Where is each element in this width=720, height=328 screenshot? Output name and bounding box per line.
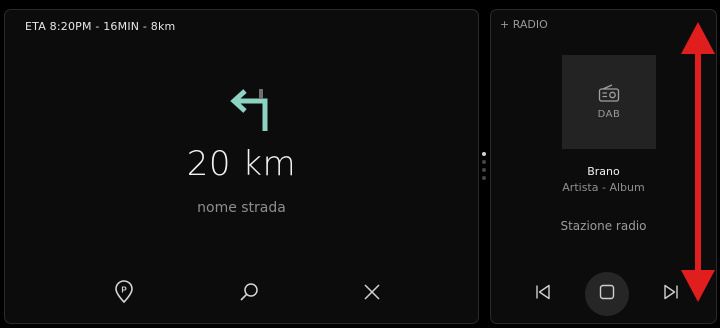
radio-icon <box>598 84 620 106</box>
street-name: nome strada <box>197 200 286 216</box>
eta-label: ETA 8:20PM - 16MIN - 8km <box>25 20 176 33</box>
previous-button[interactable] <box>521 272 565 316</box>
panel-split-handle[interactable] <box>482 152 486 182</box>
search-icon <box>239 282 259 302</box>
parking-icon: P <box>113 280 135 304</box>
close-icon <box>364 284 380 300</box>
next-icon <box>663 284 679 304</box>
stop-icon <box>599 284 615 304</box>
double-arrow-annotation-icon <box>680 22 716 302</box>
close-button[interactable] <box>358 278 386 306</box>
distance-remaining: 20 km <box>186 144 297 184</box>
search-button[interactable] <box>235 278 263 306</box>
navigation-panel: ETA 8:20PM - 16MIN - 8km 20 km nome stra… <box>4 9 479 324</box>
album-art: DAB <box>562 55 656 149</box>
radio-title[interactable]: + RADIO <box>500 18 548 31</box>
svg-text:P: P <box>121 286 127 295</box>
parking-button[interactable]: P <box>110 278 138 306</box>
turn-left-arrow-icon <box>229 87 271 133</box>
previous-icon <box>535 284 551 304</box>
stop-button[interactable] <box>585 272 629 316</box>
source-label: DAB <box>597 109 621 120</box>
